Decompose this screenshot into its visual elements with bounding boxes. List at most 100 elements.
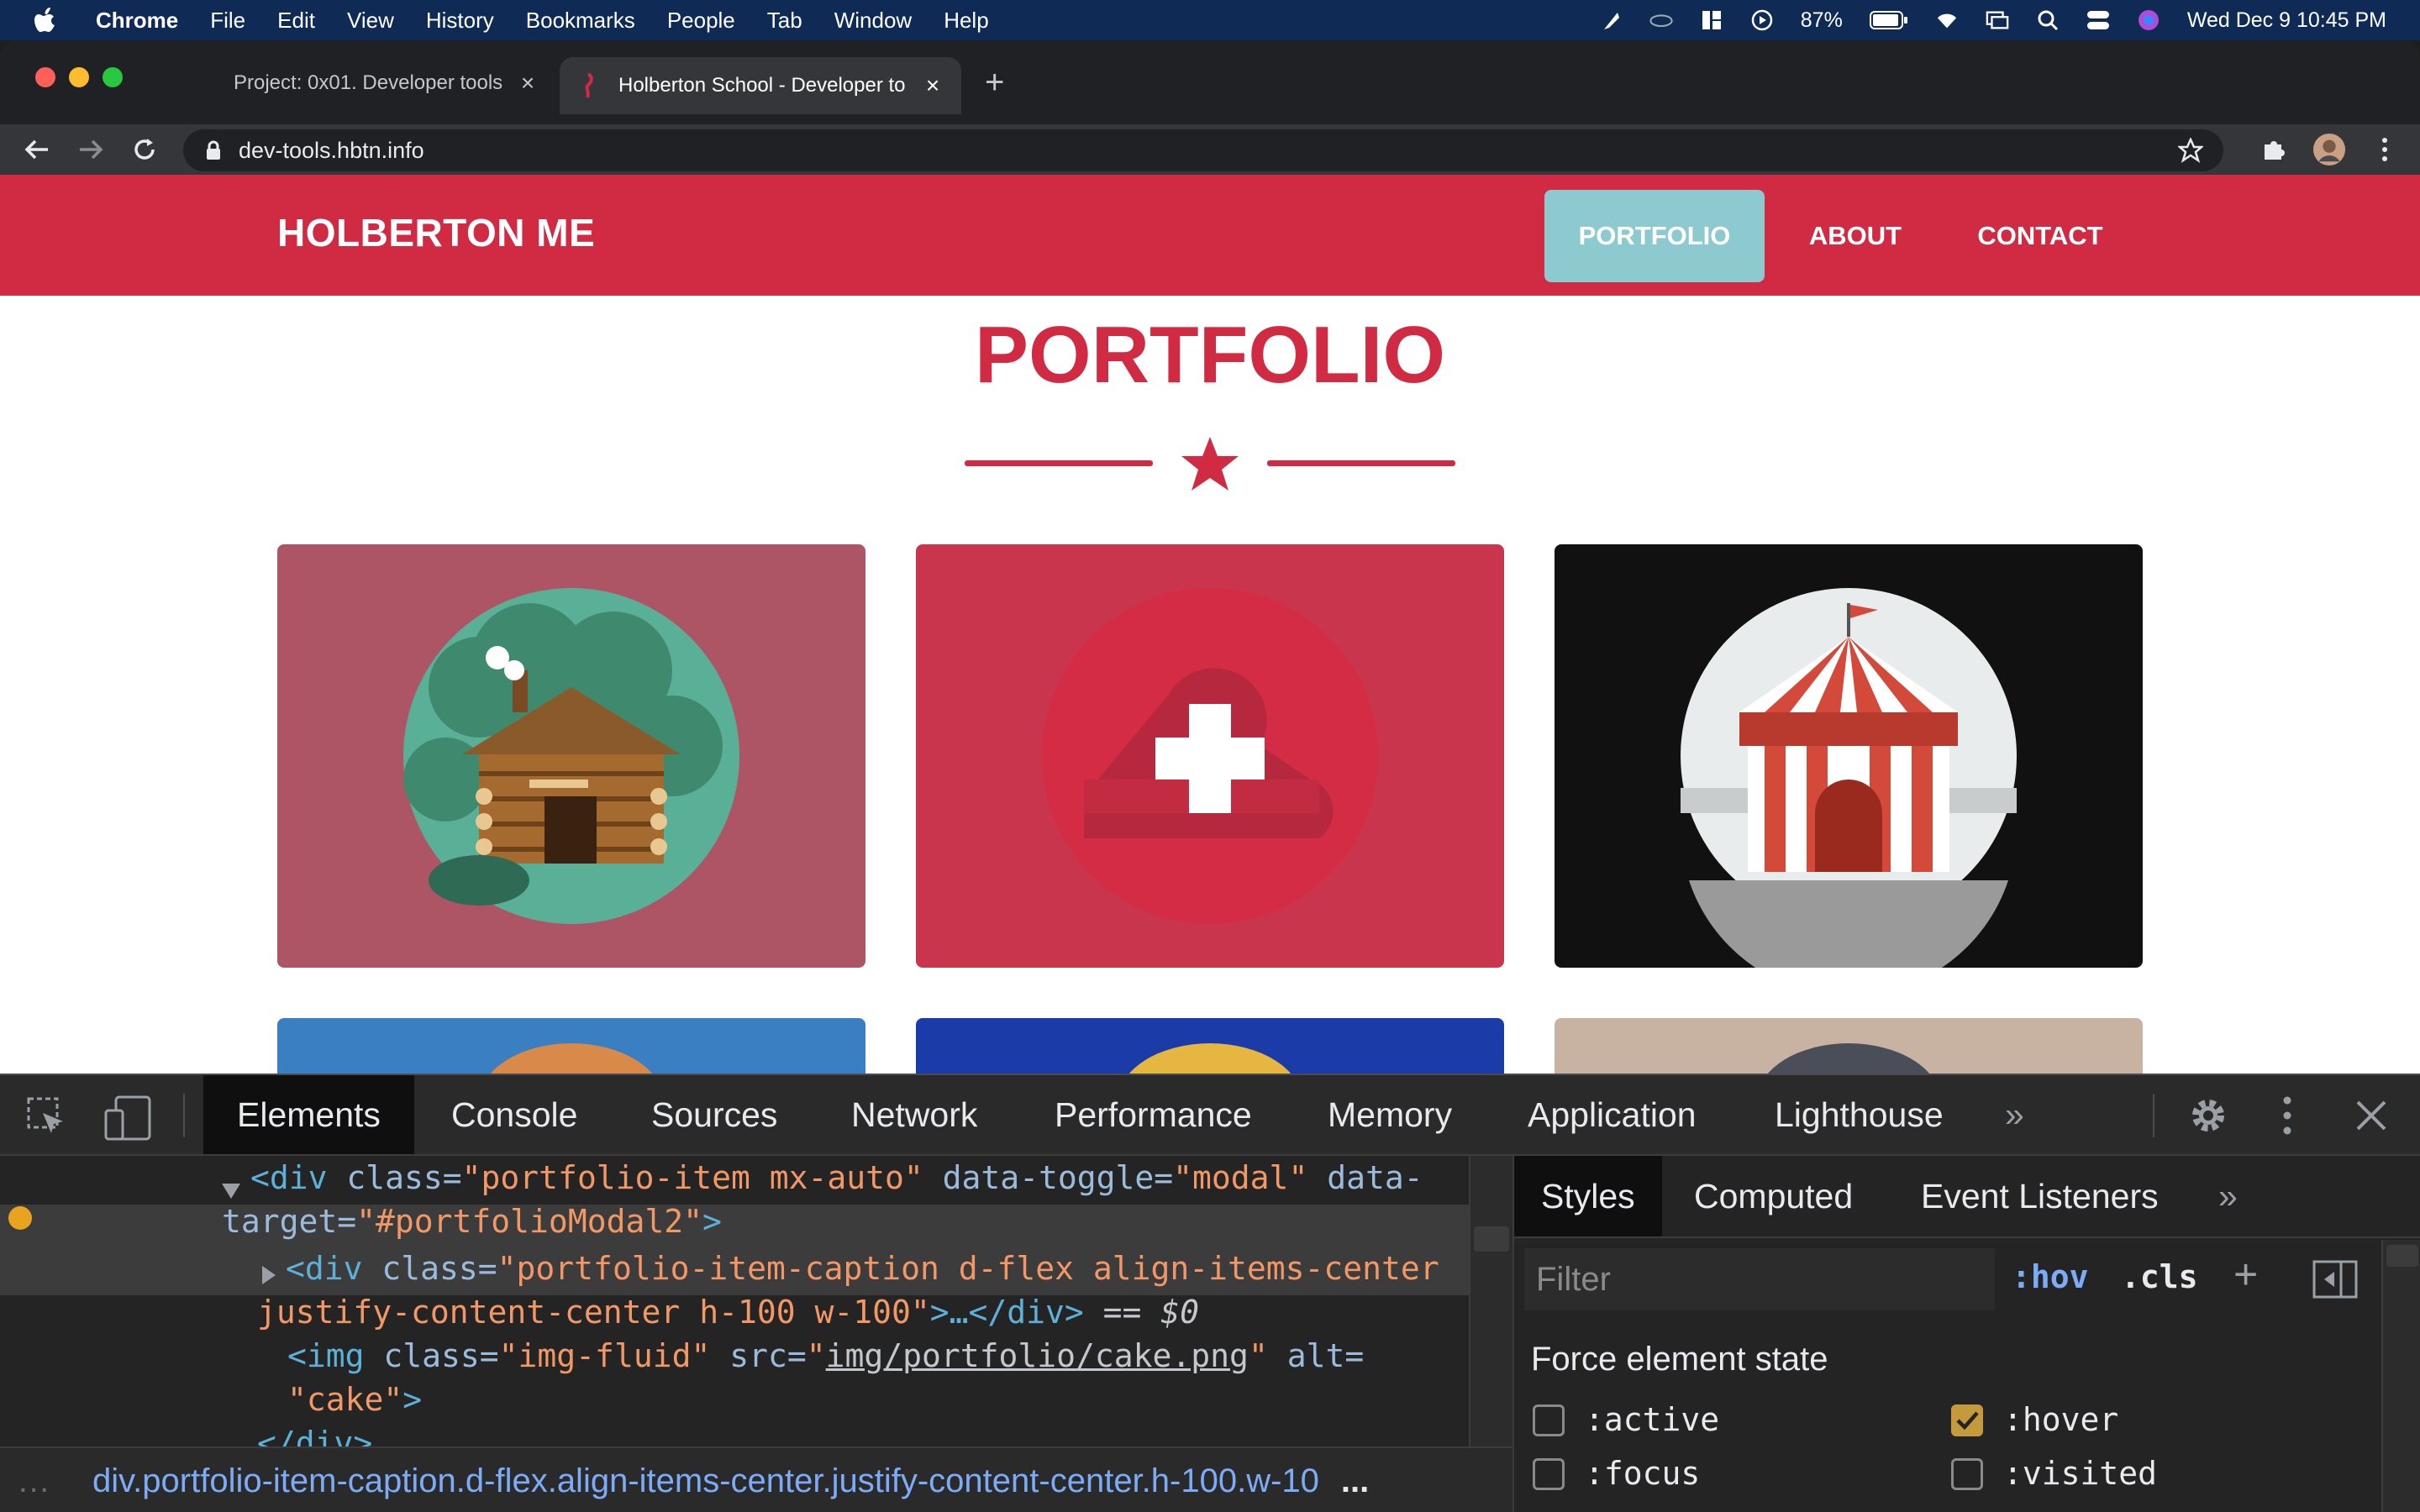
macos-menubar: Chrome File Edit View History Bookmarks …	[0, 0, 2420, 40]
extensions-puzzle-icon[interactable]	[2257, 133, 2291, 166]
feather-icon[interactable]	[1599, 8, 1623, 32]
play-icon[interactable]	[1750, 8, 1774, 32]
collapse-triangle-icon[interactable]	[260, 1257, 277, 1294]
forward-arrow-icon[interactable]	[74, 133, 108, 166]
tab-event-listeners[interactable]: Event Listeners	[1921, 1156, 2159, 1236]
close-tab-icon[interactable]: ×	[516, 70, 539, 97]
menu-file[interactable]: File	[210, 8, 245, 34]
tab-application[interactable]: Application	[1528, 1075, 1697, 1154]
control-center-icon[interactable]	[2086, 8, 2110, 32]
elements-scrollbar[interactable]	[1469, 1156, 1512, 1446]
state-active-label[interactable]: :active	[1585, 1401, 1719, 1438]
new-style-rule-button[interactable]: +	[2233, 1250, 2258, 1299]
portfolio-item-cabin[interactable]	[277, 544, 865, 968]
nav-contact-link[interactable]: CONTACT	[1949, 190, 2131, 282]
html-value: "	[1248, 1337, 1268, 1374]
portfolio-item-circus[interactable]	[1555, 544, 2143, 968]
toggle-computed-sidebar-icon[interactable]	[2312, 1260, 2358, 1303]
settings-gear-icon[interactable]	[2186, 1094, 2230, 1137]
close-devtools-icon[interactable]	[2353, 1097, 2390, 1134]
menu-bookmarks[interactable]: Bookmarks	[526, 8, 635, 34]
minimize-window-button[interactable]	[69, 67, 89, 87]
tab-styles[interactable]: Styles	[1514, 1156, 1662, 1236]
search-icon[interactable]	[2036, 8, 2060, 32]
styles-filter-input[interactable]: Filter	[1524, 1248, 1995, 1310]
portfolio-item-cake-hover[interactable]	[916, 544, 1504, 968]
wifi-icon[interactable]	[1935, 8, 1959, 32]
site-brand[interactable]: HOLBERTON ME	[277, 210, 595, 255]
back-arrow-icon[interactable]	[20, 133, 54, 166]
menu-app-name[interactable]: Chrome	[96, 8, 178, 34]
screen-mirror-icon[interactable]	[1986, 8, 2009, 32]
close-window-button[interactable]	[35, 67, 55, 87]
styles-scrollbar[interactable]	[2381, 1240, 2420, 1512]
portfolio-item-row2-2[interactable]	[916, 1018, 1504, 1074]
nav-about-link[interactable]: ABOUT	[1786, 190, 1924, 282]
chrome-toolbar: dev-tools.hbtn.info	[0, 124, 2420, 175]
img-src-link[interactable]: img/portfolio/cake.png	[826, 1337, 1249, 1374]
dom-line-4-selected[interactable]: justify-content-center h-100 w-100">…</d…	[257, 1294, 1199, 1331]
scrollbar-thumb[interactable]	[2386, 1245, 2418, 1267]
portfolio-item-row2-1[interactable]	[277, 1018, 865, 1074]
portfolio-item-row2-3[interactable]	[1555, 1018, 2143, 1074]
cloud-icon[interactable]	[1649, 8, 1673, 32]
layout-icon[interactable]	[1700, 8, 1723, 32]
menu-view[interactable]: View	[347, 8, 394, 34]
tab-performance[interactable]: Performance	[1055, 1075, 1252, 1154]
state-hover-checkbox[interactable]	[1951, 1404, 1983, 1436]
tab-elements[interactable]: Elements	[203, 1075, 414, 1154]
hov-toggle-button[interactable]: :hov	[2012, 1258, 2089, 1295]
divider-line-right	[1267, 460, 1455, 466]
menu-people[interactable]: People	[667, 8, 735, 34]
menu-help[interactable]: Help	[944, 8, 988, 34]
tab-lighthouse[interactable]: Lighthouse	[1775, 1075, 1944, 1154]
battery-icon[interactable]	[1869, 8, 1908, 32]
dom-line-3-selected[interactable]: <div class="portfolio-item-caption d-fle…	[286, 1250, 1439, 1287]
devtools-kebab-icon[interactable]	[2279, 1094, 2296, 1137]
menu-tab[interactable]: Tab	[767, 8, 802, 34]
menu-history[interactable]: History	[426, 8, 494, 34]
zoom-window-button[interactable]	[103, 67, 123, 87]
html-value: justify-content-center h-100 w-100"	[257, 1294, 930, 1331]
breadcrumb-current-node[interactable]: div.portfolio-item-caption.d-flex.align-…	[92, 1462, 1319, 1500]
state-visited-checkbox[interactable]	[1951, 1458, 1983, 1490]
scrollbar-thumb[interactable]	[1474, 1226, 1509, 1252]
more-sidebar-tabs-chevron-icon[interactable]: »	[2218, 1156, 2238, 1236]
menu-window[interactable]: Window	[834, 8, 912, 34]
state-focus-label[interactable]: :focus	[1585, 1455, 1700, 1492]
menubar-clock[interactable]: Wed Dec 9 10:45 PM	[2187, 8, 2386, 33]
tab-console[interactable]: Console	[451, 1075, 577, 1154]
siri-icon[interactable]	[2137, 8, 2160, 32]
more-tabs-chevron-icon[interactable]: »	[2005, 1075, 2024, 1154]
dom-line-1: <div class="portfolio-item mx-auto" data…	[250, 1159, 1423, 1196]
close-tab-icon[interactable]: ×	[921, 72, 944, 99]
profile-avatar[interactable]	[2312, 133, 2346, 166]
tab-sources[interactable]: Sources	[651, 1075, 777, 1154]
apple-icon[interactable]	[34, 6, 59, 34]
cls-toggle-button[interactable]: .cls	[2121, 1258, 2198, 1295]
browser-tab-active[interactable]: Holberton School - Developer to ×	[560, 57, 961, 114]
state-hover-label[interactable]: :hover	[2003, 1401, 2118, 1438]
device-toolbar-icon[interactable]	[104, 1095, 151, 1141]
lock-icon[interactable]	[205, 140, 222, 165]
breadcrumb-more-button[interactable]: ...	[1341, 1462, 1369, 1500]
bookmark-star-icon[interactable]	[2176, 136, 2205, 167]
tab-computed[interactable]: Computed	[1694, 1156, 1853, 1236]
inspect-element-icon[interactable]	[25, 1095, 67, 1137]
browser-tab-project[interactable]: Project: 0x01. Developer tools | ×	[173, 57, 556, 109]
address-bar[interactable]: dev-tools.hbtn.info	[183, 129, 2223, 171]
divider-line-left	[965, 460, 1153, 466]
reload-icon[interactable]	[128, 133, 161, 166]
breadcrumb-leading-ellipsis[interactable]: …	[17, 1462, 50, 1500]
state-focus-checkbox[interactable]	[1533, 1458, 1565, 1490]
state-visited-label[interactable]: :visited	[2003, 1455, 2157, 1492]
menu-edit[interactable]: Edit	[277, 8, 315, 34]
nav-portfolio-link[interactable]: PORTFOLIO	[1544, 190, 1765, 282]
tab-memory[interactable]: Memory	[1328, 1075, 1452, 1154]
chrome-menu-kebab-icon[interactable]	[2368, 133, 2402, 166]
tab-network[interactable]: Network	[851, 1075, 977, 1154]
new-tab-icon[interactable]: +	[985, 66, 1004, 99]
state-active-checkbox[interactable]	[1533, 1404, 1565, 1436]
issue-dot-icon[interactable]	[8, 1206, 32, 1230]
elements-dom-tree[interactable]: <div class="portfolio-item mx-auto" data…	[0, 1156, 1469, 1446]
